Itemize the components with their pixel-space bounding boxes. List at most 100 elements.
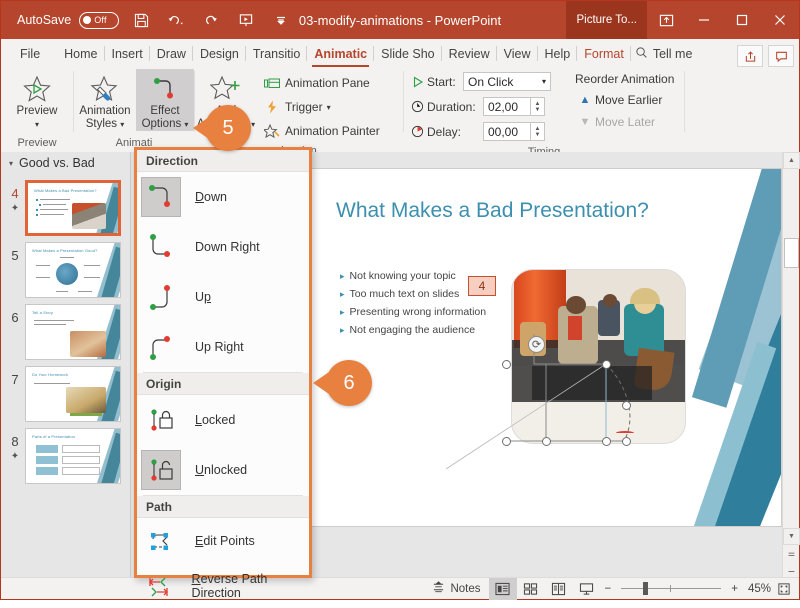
path-end-handle[interactable] [622, 401, 631, 410]
menu-item-edit-points[interactable]: Edit Points [137, 518, 309, 563]
tab-view[interactable]: View [497, 41, 538, 67]
menu-item-up[interactable]: Up [137, 272, 309, 322]
ribbon-display-icon[interactable] [647, 1, 685, 39]
tell-me-box[interactable]: Tell me [631, 41, 697, 67]
slide-thumbnail[interactable]: What Makes a Presentation Good? [25, 242, 121, 298]
menu-item-down[interactable]: Down [137, 172, 309, 222]
thumb-title: What Makes a Bad Presentation? [34, 188, 97, 193]
slide-sorter-icon[interactable] [517, 578, 545, 600]
list-item[interactable]: 4 ✦ What Makes a Bad Presentation? [1, 174, 130, 236]
ribbon-group-animation: Animation Styles ▾ Effect Options ▾ Anim… [74, 67, 194, 152]
tab-design[interactable]: Design [193, 41, 246, 67]
rotate-icon[interactable]: ⟳ [528, 336, 545, 353]
slide-thumbnail-pane[interactable]: ▾ Good vs. Bad 4 ✦ What Makes a Bad Pres… [1, 152, 131, 577]
normal-view-icon[interactable] [488, 577, 517, 600]
restore-icon[interactable] [723, 1, 761, 39]
scrollbar-thumb[interactable] [784, 238, 799, 268]
resize-handle[interactable] [502, 437, 511, 446]
tab-help[interactable]: Help [538, 41, 578, 67]
vertical-scrollbar[interactable]: ▲ ▼ ⚌ ⚊ [782, 152, 800, 577]
reading-view-icon[interactable] [545, 578, 573, 600]
animation-styles-button[interactable]: Animation Styles ▾ [74, 69, 136, 131]
tab-file[interactable]: File [13, 41, 47, 67]
move-later-button[interactable]: ▼ Move Later [575, 111, 674, 133]
slide-title[interactable]: What Makes a Bad Presentation? [336, 199, 649, 223]
tab-slide-show[interactable]: Slide Sho [374, 41, 442, 67]
section-header[interactable]: ▾ Good vs. Bad [1, 152, 130, 174]
resize-handle[interactable] [602, 360, 611, 369]
start-dropdown-arrow[interactable]: ▾ [542, 77, 546, 86]
start-slideshow-icon[interactable] [233, 7, 259, 33]
slide-show-icon[interactable] [573, 578, 601, 600]
menu-item-down-right[interactable]: Down Right [137, 222, 309, 272]
resize-handle[interactable] [502, 360, 511, 369]
move-earlier-button[interactable]: ▲ Move Earlier [575, 89, 674, 111]
thumb-title: What Makes a Presentation Good? [32, 248, 98, 253]
slide-thumbnail[interactable]: Tell a Story [25, 304, 121, 360]
delay-input[interactable]: 00,00 [483, 122, 531, 141]
animation-painter-button[interactable]: Animation Painter [257, 119, 385, 143]
menu-item-unlocked[interactable]: Unlocked [137, 445, 309, 495]
list-item[interactable]: 7 Do Your Homework [1, 360, 130, 422]
resize-handle[interactable] [542, 437, 551, 446]
delay-value: 00,00 [488, 124, 519, 139]
effect-options-menu[interactable]: Direction Down Down Right Up Up Right Or… [134, 147, 312, 600]
zoom-in-button[interactable]: + [727, 578, 742, 600]
current-slide[interactable]: What Makes a Bad Presentation? Not knowi… [306, 169, 781, 526]
move-earlier-label: Move Earlier [595, 93, 663, 107]
effect-options-button[interactable]: Effect Options ▾ [136, 69, 194, 131]
tab-format[interactable]: Format [577, 41, 631, 67]
tab-draw[interactable]: Draw [150, 41, 194, 67]
save-icon[interactable] [128, 7, 154, 33]
share-icon[interactable] [737, 45, 763, 67]
start-select[interactable]: On Click ▾ [463, 72, 551, 91]
trigger-dropdown-arrow[interactable]: ▾ [327, 103, 331, 112]
undo-icon[interactable] [163, 7, 189, 33]
zoom-slider-handle[interactable] [643, 581, 649, 595]
close-icon[interactable] [761, 1, 799, 39]
redo-icon[interactable] [198, 7, 224, 33]
section-collapse-icon[interactable]: ▾ [9, 159, 13, 168]
next-slide-icon[interactable]: ⚊ [783, 561, 800, 577]
delay-stepper[interactable]: ▲ ▼ [531, 122, 545, 141]
list-item[interactable]: 8 ✦ Parts of a Presentation [1, 422, 130, 484]
tab-review[interactable]: Review [442, 41, 497, 67]
fit-slide-icon[interactable] [775, 578, 799, 600]
menu-item-reverse-path-direction[interactable]: Reverse Path Direction [137, 563, 309, 608]
autosave-toggle[interactable]: Off [79, 11, 120, 29]
preview-dropdown-arrow[interactable]: ▾ [35, 118, 39, 131]
tab-insert[interactable]: Insert [105, 41, 151, 67]
comments-icon[interactable] [768, 45, 794, 67]
zoom-slider[interactable] [621, 578, 722, 600]
duration-input[interactable]: 02,00 [483, 97, 531, 116]
list-item[interactable]: 6 Tell a Story [1, 298, 130, 360]
animation-pane-button[interactable]: Animation Pane [257, 71, 385, 95]
zoom-out-button[interactable]: − [601, 578, 616, 600]
preview-button[interactable]: Preview ▾ [1, 69, 73, 131]
preview-group-label: Preview [17, 137, 57, 149]
trigger-button[interactable]: Trigger ▾ [257, 95, 385, 119]
duration-stepper[interactable]: ▲ ▼ [531, 97, 545, 116]
customize-quick-access-icon[interactable] [268, 7, 294, 33]
previous-slide-icon[interactable]: ⚌ [783, 545, 800, 561]
scroll-up-button[interactable]: ▲ [783, 152, 800, 169]
slide-thumbnail[interactable]: What Makes a Bad Presentation? [25, 180, 121, 236]
tab-transitions[interactable]: Transitio [246, 41, 308, 67]
scroll-down-button[interactable]: ▼ [783, 528, 800, 545]
notes-button[interactable]: Notes [424, 578, 488, 600]
contextual-tab-label[interactable]: Picture To... [566, 1, 647, 39]
minimize-icon[interactable] [685, 1, 723, 39]
list-item[interactable]: 5 What Makes a Presentation Good? [1, 236, 130, 298]
tab-animations[interactable]: Animatic [307, 41, 374, 67]
menu-item-locked[interactable]: Locked [137, 395, 309, 445]
animation-order-tag[interactable]: 4 [468, 276, 496, 296]
tab-home[interactable]: Home [57, 41, 105, 67]
menu-item-up-right[interactable]: Up Right [137, 322, 309, 372]
slide-body-text[interactable]: Not knowing your topic Too much text on … [340, 267, 487, 339]
path-end-handle[interactable] [622, 437, 631, 446]
animation-group-body: Animation Styles ▾ Effect Options ▾ [74, 67, 194, 135]
slide-thumbnail[interactable]: Do Your Homework [25, 366, 121, 422]
slide-thumbnail[interactable]: Parts of a Presentation [25, 428, 121, 484]
resize-handle[interactable] [602, 437, 611, 446]
slide-picture[interactable] [511, 269, 686, 444]
